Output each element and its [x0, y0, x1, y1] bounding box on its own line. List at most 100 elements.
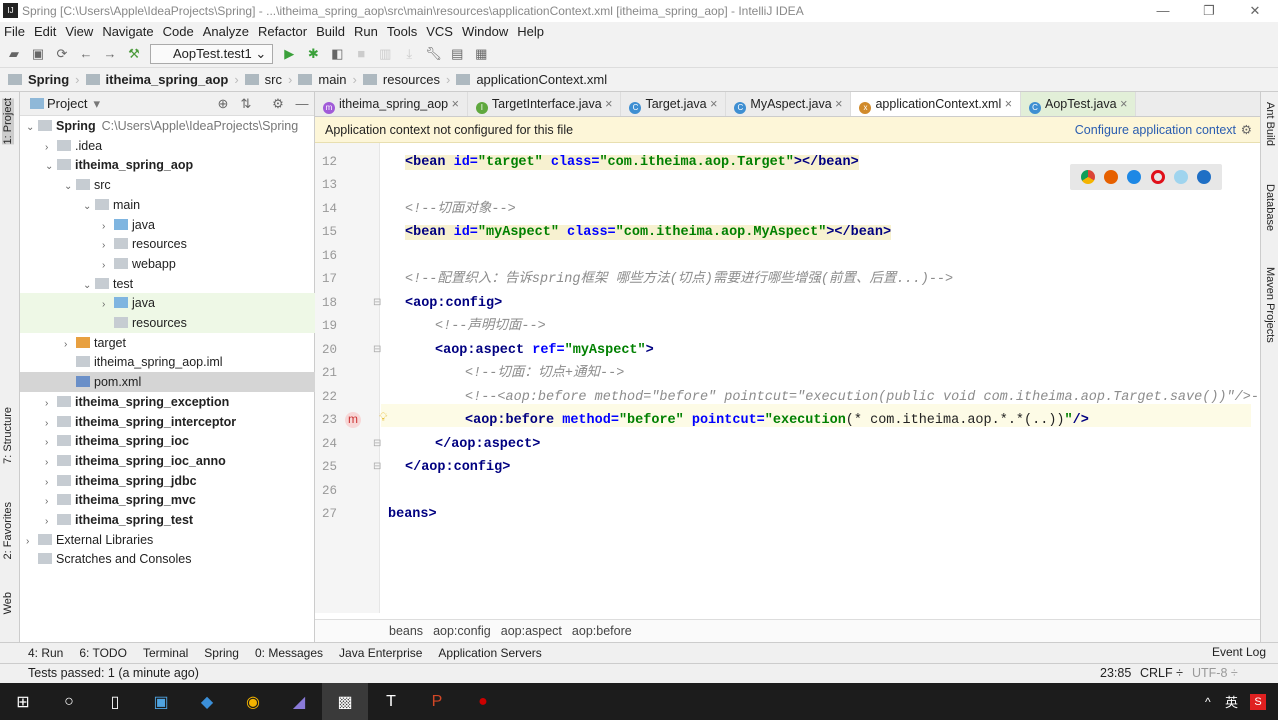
line-separator[interactable]: CRLF ÷ — [1140, 664, 1183, 683]
tree-item[interactable]: › External Libraries — [20, 530, 315, 550]
opera-icon[interactable] — [1150, 170, 1165, 184]
open-icon[interactable]: ▰ — [6, 46, 22, 62]
project-structure-icon[interactable]: ▤ — [449, 46, 465, 62]
editor-tab[interactable]: m itheima_spring_aop × — [315, 92, 468, 116]
breadcrumb-item[interactable]: resources — [383, 72, 440, 87]
task-view-icon[interactable]: ▯ — [92, 683, 138, 720]
run-configuration-select[interactable]: AopTest.test1 ⌄ — [150, 44, 274, 64]
powerpoint-icon[interactable]: P — [414, 683, 460, 720]
database-tool-tab[interactable]: Database — [1264, 184, 1276, 231]
tree-item[interactable]: ⌄ test — [20, 274, 315, 294]
breadcrumb-item[interactable]: applicationContext.xml — [476, 72, 607, 87]
close-icon[interactable]: × — [707, 97, 717, 111]
app-icon[interactable]: ◢ — [276, 683, 322, 720]
tree-item[interactable]: ⌄ main — [20, 195, 315, 215]
close-icon[interactable]: × — [448, 97, 459, 111]
menu-analyze[interactable]: Analyze — [203, 24, 249, 39]
code-line[interactable]: <aop:before method="before" pointcut="ex… — [465, 410, 1089, 432]
bottom-tab[interactable]: Java Enterprise — [339, 646, 422, 660]
breadcrumb-item[interactable]: main — [318, 72, 346, 87]
fold-icon[interactable]: ⊟ — [373, 297, 381, 308]
ime-indicator[interactable]: 英 — [1225, 692, 1238, 711]
tree-item[interactable]: › resources — [20, 234, 315, 254]
menu-build[interactable]: Build — [316, 24, 345, 39]
tree-item[interactable]: › itheima_spring_test — [20, 510, 315, 530]
tree-item[interactable]: › java — [20, 215, 315, 235]
code-line[interactable]: <aop:config> — [405, 293, 502, 315]
close-icon[interactable]: × — [1117, 97, 1127, 111]
menu-help[interactable]: Help — [517, 24, 544, 39]
editor-tab[interactable]: x applicationContext.xml × — [851, 92, 1022, 116]
menu-edit[interactable]: Edit — [34, 24, 56, 39]
editor-tab[interactable]: C MyAspect.java × — [726, 92, 852, 116]
ant-build-tool-tab[interactable]: Ant Build — [1264, 102, 1276, 146]
explorer-icon[interactable]: ▣ — [138, 683, 184, 720]
hide-icon[interactable]: — — [294, 96, 310, 112]
sync-icon[interactable]: ⟳ — [54, 46, 70, 62]
coverage-icon[interactable]: ◧ — [329, 46, 345, 62]
forward-icon[interactable]: → — [102, 46, 118, 62]
code-line[interactable]: </aop:aspect> — [435, 434, 540, 456]
firefox-icon[interactable] — [1103, 170, 1118, 184]
gear-icon[interactable]: ⚙ — [270, 96, 286, 112]
bottom-tab[interactable]: Spring — [204, 646, 239, 660]
close-icon[interactable]: × — [832, 97, 842, 111]
xml-breadcrumb-item[interactable]: aop:before — [572, 624, 632, 638]
web-tool-tab[interactable]: Web — [2, 592, 14, 614]
minimize-button[interactable]: — — [1140, 0, 1186, 22]
maximize-button[interactable]: ❐ — [1186, 0, 1232, 22]
chrome-icon[interactable]: ◉ — [230, 683, 276, 720]
bottom-tab[interactable]: 4: Run — [28, 646, 63, 660]
editor-tab[interactable]: I TargetInterface.java × — [468, 92, 622, 116]
sdk-icon[interactable]: ▥ — [377, 46, 393, 62]
stop-icon[interactable]: ■ — [353, 46, 369, 62]
menu-window[interactable]: Window — [462, 24, 508, 39]
intention-bulb-icon[interactable]: 💡︎ — [379, 410, 387, 425]
intellij-icon[interactable]: ▩ — [322, 683, 368, 720]
store-icon[interactable]: ◆ — [184, 683, 230, 720]
tree-item[interactable]: › itheima_spring_exception — [20, 392, 315, 412]
tree-item[interactable]: › webapp — [20, 254, 315, 274]
typora-icon[interactable]: T — [368, 683, 414, 720]
code-line[interactable]: </aop:config> — [405, 457, 510, 479]
tree-item[interactable]: › .idea — [20, 136, 315, 156]
code-line[interactable]: <!--<aop:before method="before" pointcut… — [465, 387, 1275, 409]
start-icon[interactable]: ⊞ — [0, 683, 46, 720]
tree-item[interactable]: › java — [20, 293, 315, 314]
tray-chevron-icon[interactable]: ^ — [1205, 695, 1211, 709]
build-hammer-icon[interactable]: ⚒ — [126, 46, 142, 62]
breadcrumb-item[interactable]: src — [265, 72, 282, 87]
run-icon[interactable]: ▶ — [281, 46, 297, 62]
recorder-icon[interactable]: ● — [460, 683, 506, 720]
bottom-tab[interactable]: 0: Messages — [255, 646, 323, 660]
save-icon[interactable]: ▣ — [30, 46, 46, 62]
close-button[interactable]: ✕ — [1232, 0, 1278, 22]
maven-tool-tab[interactable]: Maven Projects — [1264, 267, 1276, 343]
menu-run[interactable]: Run — [354, 24, 378, 39]
safari-icon[interactable] — [1127, 170, 1142, 184]
breadcrumb-item[interactable]: itheima_spring_aop — [106, 72, 229, 87]
bottom-tab[interactable]: 6: TODO — [79, 646, 127, 660]
editor-tab[interactable]: C AopTest.java × — [1021, 92, 1137, 116]
locate-icon[interactable]: ⊕ — [215, 96, 231, 112]
project-view-select[interactable]: Project — [47, 96, 87, 111]
code-line[interactable]: <aop:aspect ref="myAspect"> — [435, 340, 654, 362]
tree-item[interactable]: › target — [20, 333, 315, 353]
chrome-icon[interactable] — [1080, 170, 1095, 184]
search-icon[interactable]: ○ — [46, 683, 92, 720]
notification-icon[interactable]: S — [1250, 693, 1266, 710]
structure-tool-tab[interactable]: 7: Structure — [2, 407, 14, 464]
menu-file[interactable]: File — [4, 24, 25, 39]
tree-item[interactable]: › itheima_spring_ioc_anno — [20, 451, 315, 471]
code-line[interactable]: <!--切面：切点+通知--> — [465, 363, 624, 385]
collapse-all-icon[interactable]: ⇅ — [238, 96, 254, 112]
bottom-tab[interactable]: Terminal — [143, 646, 188, 660]
project-tool-tab[interactable]: 1: Project — [2, 98, 14, 145]
tree-item[interactable]: pom.xml — [20, 372, 315, 393]
code-line[interactable]: <bean id="target" class="com.itheima.aop… — [405, 152, 859, 174]
settings-wrench-icon[interactable]: 🔧︎ — [425, 46, 442, 62]
tree-item[interactable]: › itheima_spring_ioc — [20, 431, 315, 451]
tree-item[interactable]: Scratches and Consoles — [20, 549, 315, 569]
tool-icon[interactable]: ▦ — [473, 46, 489, 62]
tree-item[interactable]: ⌄ src — [20, 175, 315, 195]
